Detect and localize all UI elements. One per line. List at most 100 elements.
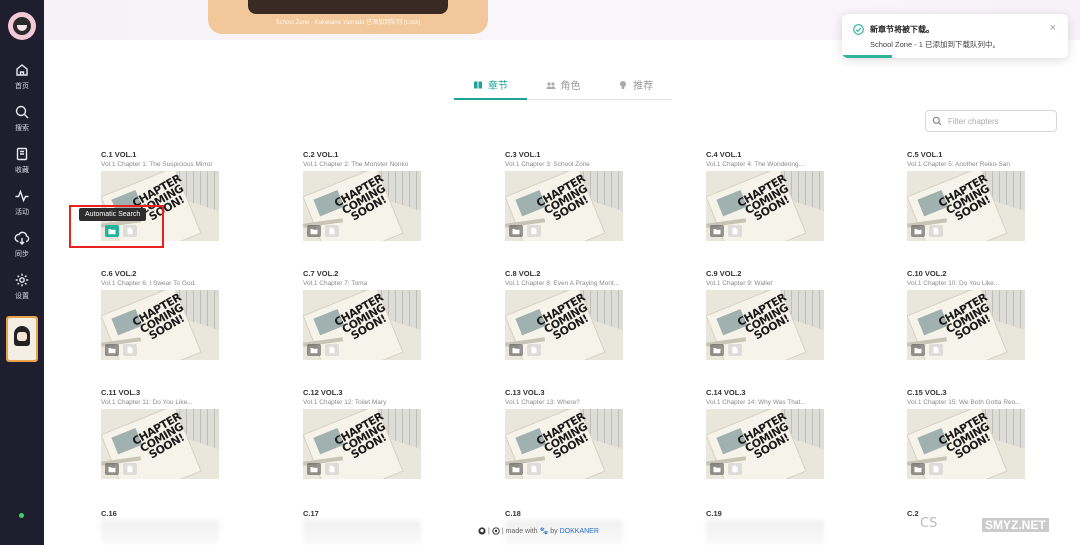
chapter-card[interactable]: C.13 VOL.3 Vol.1 Chapter 13: Where? CHAPTE… — [505, 388, 623, 479]
sidebar: 首页 搜索 收藏 活动 同步 设置 — [0, 0, 44, 545]
manual-download-button[interactable] — [527, 463, 541, 475]
chapter-thumbnail[interactable]: CHAPTER COMING SOON! — [303, 290, 421, 360]
chapter-thumbnail[interactable]: CHAPTER COMING SOON! — [101, 409, 219, 479]
chapter-title: C.9 VOL.2 — [706, 269, 742, 278]
sidebar-item-settings[interactable]: 设置 — [0, 272, 44, 301]
automatic-search-button[interactable] — [911, 344, 925, 356]
chapter-thumbnail[interactable]: CHAPTER COMING SOON! — [101, 290, 219, 360]
chapter-card[interactable]: C.4 VOL.1 Vol.1 Chapter 4: The Wondering.… — [706, 150, 824, 241]
manual-download-button[interactable] — [929, 225, 943, 237]
toast-close-button[interactable]: × — [1050, 23, 1056, 34]
folder-download-icon — [713, 467, 721, 473]
tab-recommendations[interactable]: 推荐 — [599, 70, 672, 99]
github-icon[interactable] — [478, 527, 486, 535]
automatic-search-button[interactable] — [307, 225, 321, 237]
chapter-thumbnail[interactable]: CHAPTER COMING SOON! — [303, 409, 421, 479]
automatic-search-button[interactable] — [710, 344, 724, 356]
manual-download-button[interactable] — [123, 225, 137, 237]
automatic-search-button[interactable] — [509, 225, 523, 237]
search-icon — [932, 116, 942, 126]
current-manga-cover[interactable] — [6, 316, 38, 362]
file-icon — [329, 346, 335, 354]
chapter-thumbnail[interactable]: CHAPTER COMING SOON! — [907, 409, 1025, 479]
chapter-thumbnail[interactable]: CHAPTER COMING SOON! — [303, 171, 421, 241]
chapter-card[interactable]: C.10 VOL.2 Vol.1 Chapter 10: Do You Like.… — [907, 269, 1025, 360]
filter-chapters-field[interactable] — [925, 110, 1057, 132]
manual-download-button[interactable] — [325, 463, 339, 475]
app-logo[interactable] — [8, 12, 36, 40]
file-icon — [933, 227, 939, 235]
chapter-title: C.16 — [101, 509, 117, 518]
tab-label: 章节 — [487, 81, 508, 92]
chapter-thumbnail[interactable]: CHAPTER COMING SOON! — [907, 171, 1025, 241]
activity-icon — [15, 189, 29, 203]
tab-characters[interactable]: 角色 — [527, 70, 600, 99]
manual-download-button[interactable] — [527, 225, 541, 237]
manual-download-button[interactable] — [728, 225, 742, 237]
automatic-search-button[interactable] — [911, 463, 925, 475]
chapter-card[interactable]: C.8 VOL.2 Vol.1 Chapter 8: Even A Praying… — [505, 269, 623, 360]
automatic-search-button[interactable] — [105, 225, 119, 237]
chapter-card[interactable]: C.7 VOL.2 Vol.1 Chapter 7: Toma CHAPTER COM… — [303, 269, 421, 360]
automatic-search-button[interactable] — [307, 463, 321, 475]
manual-download-button[interactable] — [325, 225, 339, 237]
chapter-thumbnail[interactable]: CHAPTER COMING SOON! — [907, 290, 1025, 360]
manual-download-button[interactable] — [929, 344, 943, 356]
chapter-thumbnail[interactable]: CHAPTER COMING SOON! — [706, 290, 824, 360]
chapter-card[interactable]: C.5 VOL.1 Vol.1 Chapter 5: Another Reiko-… — [907, 150, 1025, 241]
folder-download-icon — [108, 348, 116, 354]
automatic-search-button[interactable] — [911, 225, 925, 237]
automatic-search-button[interactable] — [710, 225, 724, 237]
chapter-subtitle-placeholder — [706, 520, 824, 545]
sidebar-item-home[interactable]: 首页 — [0, 62, 44, 91]
chapter-thumbnail[interactable]: CHAPTER COMING SOON! — [505, 290, 623, 360]
manual-download-button[interactable] — [527, 344, 541, 356]
automatic-search-button[interactable] — [509, 463, 523, 475]
chapter-thumbnail[interactable]: CHAPTER COMING SOON! — [505, 409, 623, 479]
chapter-title: C.12 VOL.3 — [303, 388, 343, 397]
sidebar-item-library[interactable]: 收藏 — [0, 146, 44, 175]
chapter-title: C.15 VOL.3 — [907, 388, 947, 397]
manual-download-button[interactable] — [929, 463, 943, 475]
footer-author-link[interactable]: DOKKANER — [560, 528, 599, 535]
sidebar-item-label: 搜索 — [15, 125, 29, 132]
manual-download-button[interactable] — [123, 344, 137, 356]
automatic-search-button[interactable] — [307, 344, 321, 356]
automatic-search-button[interactable] — [105, 463, 119, 475]
sidebar-item-sync[interactable]: 同步 — [0, 230, 44, 259]
sidebar-item-activity[interactable]: 活动 — [0, 188, 44, 217]
chapter-subtitle: Vol.1 Chapter 1: The Suspicious Mirror — [101, 161, 213, 168]
filter-chapters-input[interactable] — [948, 116, 1048, 126]
chapter-card[interactable]: C.2 VOL.1 Vol.1 Chapter 2: The Monster No… — [303, 150, 421, 241]
automatic-search-button[interactable] — [105, 344, 119, 356]
manual-download-button[interactable] — [728, 344, 742, 356]
paw-icon: 🐾 — [539, 528, 549, 535]
globe-icon[interactable] — [492, 527, 500, 535]
tab-chapters[interactable]: 章节 — [454, 70, 527, 100]
chapter-card[interactable]: C.1 VOL.1 Vol.1 Chapter 1: The Suspicious… — [101, 150, 219, 241]
manual-download-button[interactable] — [325, 344, 339, 356]
search-icon — [15, 105, 29, 119]
chapter-thumbnail[interactable]: CHAPTER COMING SOON! — [101, 171, 219, 241]
chapter-card[interactable]: C.3 VOL.1 Vol.1 Chapter 3: School Zone CHA… — [505, 150, 623, 241]
footer-made-with: | made with — [501, 527, 538, 535]
chapter-card[interactable]: C.15 VOL.3 Vol.1 Chapter 15: We Both Gott… — [907, 388, 1025, 479]
chapter-subtitle: Vol.1 Chapter 9: Wallet — [706, 280, 773, 287]
chapter-card[interactable]: C.9 VOL.2 Vol.1 Chapter 9: Wallet CHAPTER C… — [706, 269, 824, 360]
chapter-card[interactable]: C.11 VOL.3 Vol.1 Chapter 11: Do You Like.… — [101, 388, 219, 479]
sidebar-item-search[interactable]: 搜索 — [0, 104, 44, 133]
chapter-thumbnail[interactable]: CHAPTER COMING SOON! — [505, 171, 623, 241]
chapter-thumbnail[interactable]: CHAPTER COMING SOON! — [706, 171, 824, 241]
chapter-card[interactable]: C.14 VOL.3 Vol.1 Chapter 14: Why Was That… — [706, 388, 824, 479]
chapter-title: C.7 VOL.2 — [303, 269, 339, 278]
folder-download-icon — [108, 229, 116, 235]
chapter-card[interactable]: C.12 VOL.3 Vol.1 Chapter 12: Toilet Mary C… — [303, 388, 421, 479]
manual-download-button[interactable] — [728, 463, 742, 475]
chapter-thumbnail[interactable]: CHAPTER COMING SOON! — [706, 409, 824, 479]
sidebar-item-label: 收藏 — [15, 167, 29, 174]
manual-download-button[interactable] — [123, 463, 137, 475]
chapter-card[interactable]: C.6 VOL.2 Vol.1 Chapter 6: I Swear To God… — [101, 269, 219, 360]
automatic-search-button[interactable] — [509, 344, 523, 356]
automatic-search-button[interactable] — [710, 463, 724, 475]
folder-download-icon — [914, 467, 922, 473]
